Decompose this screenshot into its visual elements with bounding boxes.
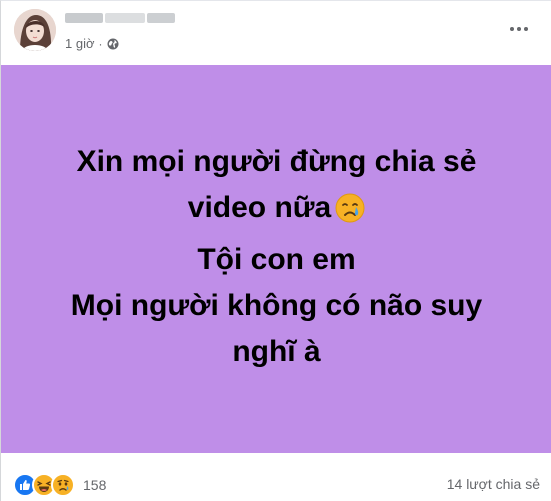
sad-icon <box>51 473 75 497</box>
crying-face-icon <box>335 191 365 237</box>
avatar[interactable] <box>14 9 56 51</box>
post-text-line: Tội con em <box>197 243 356 276</box>
post-text-line: nghĩ à <box>232 335 321 368</box>
author-name-redacted[interactable] <box>65 11 185 25</box>
dot-icon <box>524 27 528 31</box>
meta-separator: · <box>98 36 103 51</box>
more-options-button[interactable] <box>505 15 533 43</box>
reactions-summary[interactable]: 158 <box>13 473 106 497</box>
share-count[interactable]: 14 lượt chia sẻ <box>447 476 540 492</box>
post-meta: 1 giờ · <box>65 36 119 51</box>
post-background[interactable]: Xin mọi người đừng chia sẻ video nữa Tội… <box>1 65 551 453</box>
post-footer: 158 14 lượt chia sẻ <box>1 461 551 501</box>
post-text: Xin mọi người đừng chia sẻ video nữa Tội… <box>37 139 517 375</box>
globe-icon[interactable] <box>107 38 119 50</box>
post-time[interactable]: 1 giờ <box>65 36 95 51</box>
dot-icon <box>517 27 521 31</box>
post-text-line: Mọi người không có não suy <box>70 289 483 322</box>
post-text-line: video nữa <box>187 191 332 224</box>
post-card: 1 giờ · Xin mọi người đừng chia sẻ video… <box>0 0 551 501</box>
post-text-line-with-emoji: video nữa <box>37 185 517 237</box>
post-header: 1 giờ · <box>1 1 551 65</box>
reaction-count: 158 <box>83 477 107 493</box>
dot-icon <box>510 27 514 31</box>
post-text-line: Xin mọi người đừng chia sẻ <box>76 145 477 178</box>
